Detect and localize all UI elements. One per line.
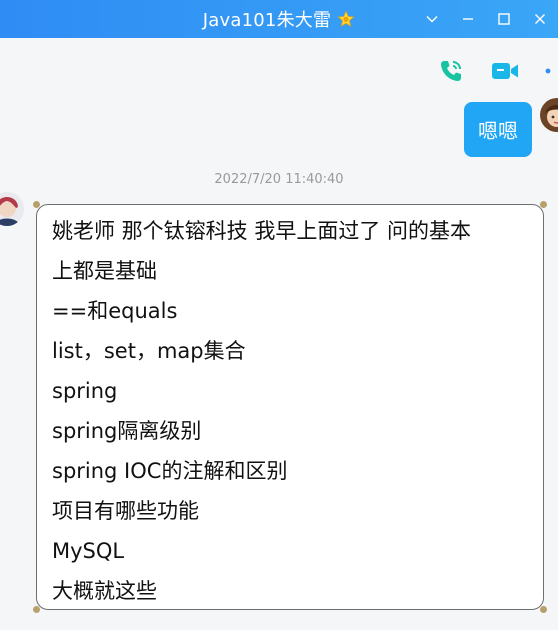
bubble-corner-ornament — [540, 606, 547, 613]
message-line: 项目有哪些功能 — [52, 499, 199, 523]
chat-toolbar — [0, 56, 558, 90]
close-icon[interactable] — [522, 0, 558, 38]
outgoing-bubble[interactable]: 嗯嗯 — [464, 102, 532, 157]
message-line: ==和equals — [52, 299, 178, 323]
message-line: MySQL — [52, 539, 125, 563]
message-line: list，set，map集合 — [52, 339, 246, 363]
outgoing-message: 嗯嗯 — [464, 102, 532, 157]
message-line: 大概就这些 — [52, 579, 157, 603]
avatar[interactable] — [0, 192, 24, 226]
more-options-icon[interactable] — [538, 56, 558, 86]
message-line: 姚老师 那个钛镕科技 我早上面过了 问的基本 — [52, 219, 472, 243]
bubble-corner-ornament — [33, 201, 40, 208]
message-line: spring — [52, 379, 118, 403]
maximize-icon[interactable] — [486, 0, 522, 38]
crown-star-icon — [337, 10, 355, 28]
chevron-down-icon[interactable] — [414, 0, 450, 38]
video-call-icon[interactable] — [490, 56, 520, 86]
minimize-icon[interactable] — [450, 0, 486, 38]
message-line: spring隔离级别 — [52, 419, 202, 443]
title-bar: Java101朱大雷 — [0, 0, 558, 38]
bubble-corner-ornament — [33, 606, 40, 613]
bubble-corner-ornament — [540, 201, 547, 208]
window-title: Java101朱大雷 — [202, 10, 332, 31]
message-line: 上都是基础 — [52, 259, 157, 283]
window-controls — [414, 0, 558, 38]
message-line: spring IOC的注解和区别 — [52, 459, 288, 483]
phone-call-icon[interactable] — [436, 56, 466, 86]
message-timestamp: 2022/7/20 11:40:40 — [214, 172, 344, 187]
avatar[interactable] — [540, 98, 558, 132]
incoming-bubble[interactable]: 姚老师 那个钛镕科技 我早上面过了 问的基本 上都是基础 ==和equals l… — [33, 201, 547, 613]
